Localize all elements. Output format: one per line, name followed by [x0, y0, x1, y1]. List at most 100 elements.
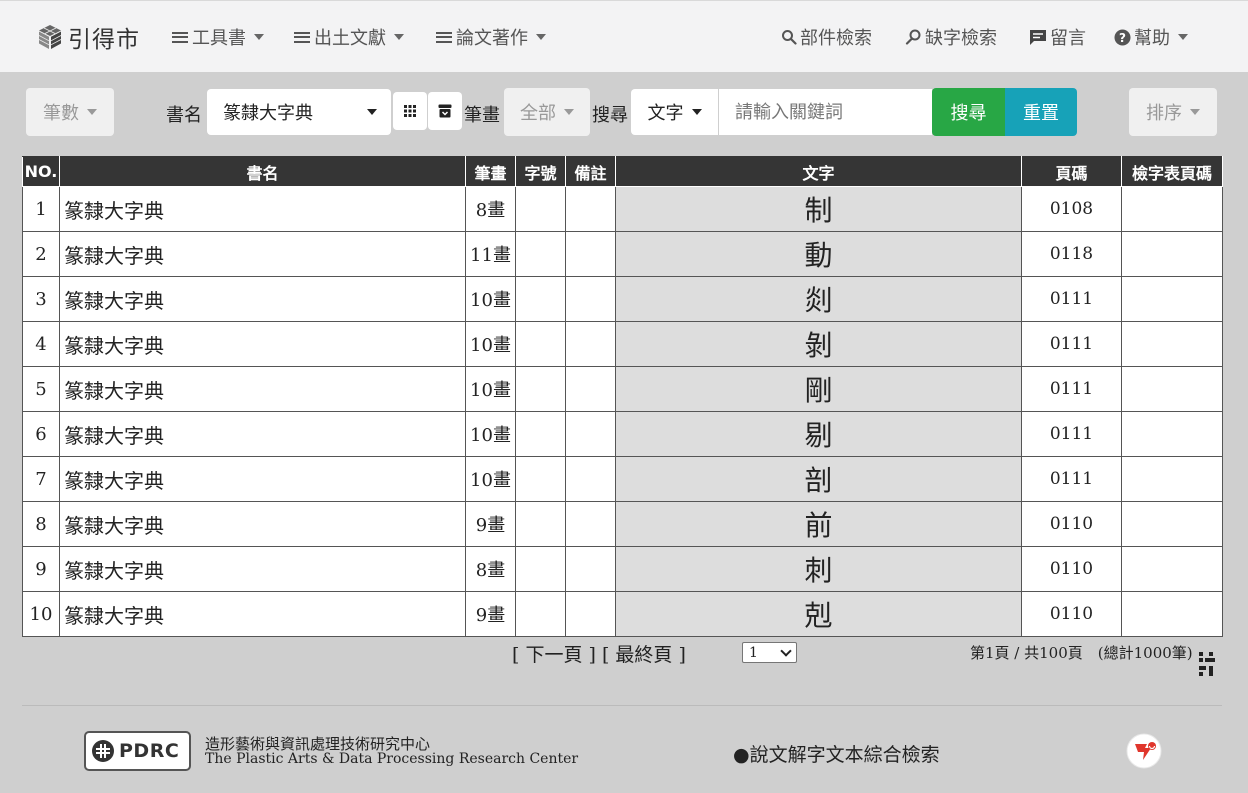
table-row[interactable]: 8 篆隸大字典 9畫 前 0110 [22, 501, 1223, 547]
caret-down-icon [536, 34, 546, 40]
table-row[interactable]: 9 篆隸大字典 8畫 刺 0110 [22, 546, 1223, 592]
book-select[interactable]: 篆隸大字典 [207, 89, 391, 135]
cell-char-no [515, 366, 566, 412]
cell-char[interactable]: 剔 [615, 411, 1022, 457]
comment-icon [1029, 29, 1047, 46]
strokes-count-dropdown[interactable]: 筆數 [26, 88, 114, 136]
cell-note [565, 411, 616, 457]
table-row[interactable]: 1 篆隸大字典 8畫 制 0108 [22, 186, 1223, 232]
col-header-no[interactable]: NO. [22, 156, 60, 187]
reset-button[interactable]: 重置 [1005, 88, 1077, 136]
cell-no: 1 [22, 186, 60, 232]
cell-book: 篆隸大字典 [59, 186, 466, 232]
grid-icon [404, 105, 416, 117]
table-row[interactable]: 5 篆隸大字典 10畫 剛 0111 [22, 366, 1223, 412]
cell-char[interactable]: 剖 [615, 456, 1022, 502]
cell-strokes: 8畫 [465, 546, 516, 592]
cell-page: 0110 [1021, 501, 1122, 547]
cell-char[interactable]: 剡 [615, 276, 1022, 322]
cell-no: 4 [22, 321, 60, 367]
cell-char[interactable]: 剋 [615, 591, 1022, 637]
col-header-char-no[interactable]: 字號 [515, 156, 566, 187]
cell-book: 篆隸大字典 [59, 591, 466, 637]
cell-index-page [1121, 591, 1223, 637]
cell-book: 篆隸大字典 [59, 456, 466, 502]
nav-help[interactable]: ? 幫助 [1114, 23, 1188, 51]
grid-view-button[interactable] [393, 92, 427, 130]
cell-char[interactable]: 制 [615, 186, 1022, 232]
cell-char-no [515, 321, 566, 367]
cell-page: 0111 [1021, 456, 1122, 502]
cell-book: 篆隸大字典 [59, 501, 466, 547]
cell-strokes: 11畫 [465, 231, 516, 277]
col-header-char[interactable]: 文字 [615, 156, 1022, 187]
menu-papers[interactable]: 論文著作 [436, 23, 546, 51]
col-header-book[interactable]: 書名 [59, 156, 466, 187]
menu-excavated-documents[interactable]: 出土文獻 [294, 23, 404, 51]
nav-missing-char-search[interactable]: 缺字檢索 [905, 23, 997, 51]
cell-char[interactable]: 動 [615, 231, 1022, 277]
help-icon: ? [1114, 29, 1131, 46]
pdrc-logo[interactable]: PDRC [84, 731, 191, 771]
sort-dropdown[interactable]: 排序 [1129, 88, 1217, 136]
shuowen-search-link[interactable]: ●說文解字文本綜合檢索 [733, 740, 940, 767]
cell-strokes: 10畫 [465, 276, 516, 322]
search-type-dropdown[interactable]: 文字 [631, 89, 718, 135]
col-header-page[interactable]: 頁碼 [1021, 156, 1122, 187]
footer-divider [22, 705, 1222, 706]
sort-label: 排序 [1146, 103, 1182, 124]
page-select[interactable]: 1 [742, 642, 797, 663]
last-page-link[interactable]: [ 最終頁 ] [602, 644, 686, 666]
table-row[interactable]: 7 篆隸大字典 10畫 剖 0111 [22, 456, 1223, 502]
accessibility-badge-icon[interactable] [1126, 733, 1162, 769]
table-row[interactable]: 6 篆隸大字典 10畫 剔 0111 [22, 411, 1223, 457]
search-type-value: 文字 [647, 103, 684, 124]
col-header-index-page[interactable]: 檢字表頁碼 [1121, 156, 1223, 187]
cell-strokes: 10畫 [465, 366, 516, 412]
nav-part-search-label: 部件檢索 [800, 28, 872, 49]
caret-down-icon [367, 109, 377, 115]
cell-book: 篆隸大字典 [59, 231, 466, 277]
cell-index-page [1121, 501, 1223, 547]
svg-text:?: ? [1119, 31, 1126, 45]
cell-page: 0111 [1021, 276, 1122, 322]
search-icon [781, 29, 797, 45]
nav-message-label: 留言 [1050, 28, 1086, 49]
nav-missing-char-search-label: 缺字檢索 [925, 28, 997, 49]
col-header-strokes[interactable]: 筆畫 [465, 156, 516, 187]
cell-char[interactable]: 剝 [615, 321, 1022, 367]
cell-page: 0110 [1021, 591, 1122, 637]
pdrc-emblem-icon [92, 740, 114, 762]
cell-char-no [515, 411, 566, 457]
cell-index-page [1121, 456, 1223, 502]
nav-part-search[interactable]: 部件檢索 [781, 23, 872, 51]
cell-note [565, 321, 616, 367]
archive-button[interactable] [428, 92, 462, 130]
cell-index-page [1121, 276, 1223, 322]
nav-message[interactable]: 留言 [1029, 23, 1086, 51]
table-row[interactable]: 3 篆隸大字典 10畫 剡 0111 [22, 276, 1223, 322]
search-button[interactable]: 搜尋 [932, 88, 1005, 136]
cell-char[interactable]: 前 [615, 501, 1022, 547]
table-row[interactable]: 10 篆隸大字典 9畫 剋 0110 [22, 591, 1223, 637]
cell-char-no [515, 546, 566, 592]
reset-button-label: 重置 [1023, 103, 1059, 124]
cell-index-page [1121, 546, 1223, 592]
cell-char-no [515, 231, 566, 277]
brand[interactable]: 引得市 [36, 21, 140, 53]
cell-char[interactable]: 剛 [615, 366, 1022, 412]
search-input[interactable] [719, 89, 932, 135]
table-row[interactable]: 4 篆隸大字典 10畫 剝 0111 [22, 321, 1223, 367]
layout-toggle-icon[interactable] [1198, 652, 1216, 676]
cell-char[interactable]: 刺 [615, 546, 1022, 592]
table-row[interactable]: 2 篆隸大字典 11畫 動 0118 [22, 231, 1223, 277]
cell-index-page [1121, 411, 1223, 457]
menu-reference-books[interactable]: 工具書 [172, 23, 264, 51]
stroke-dropdown[interactable]: 全部 [504, 88, 590, 136]
caret-down-icon [87, 109, 97, 115]
archive-icon [438, 104, 452, 118]
next-page-link[interactable]: [ 下一頁 ] [512, 644, 596, 666]
pager: [ 下一頁 ] [ 最終頁 ] [512, 640, 686, 667]
col-header-note[interactable]: 備註 [565, 156, 616, 187]
cell-note [565, 591, 616, 637]
